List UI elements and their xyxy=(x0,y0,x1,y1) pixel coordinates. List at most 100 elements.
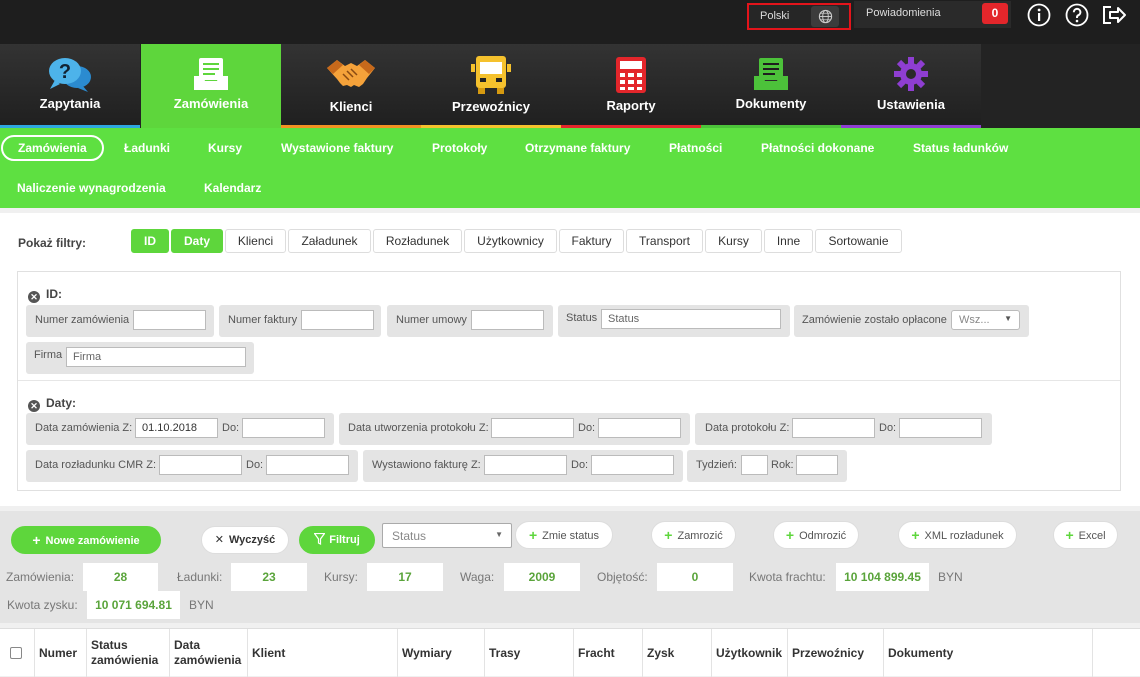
document-tray-icon xyxy=(751,56,791,95)
invoice-issued-to-input[interactable] xyxy=(591,455,674,475)
subnav-item-wystawione-faktury[interactable]: Wystawione faktury xyxy=(281,141,393,155)
language-selector[interactable]: Polski xyxy=(747,3,851,30)
close-icon: ✕ xyxy=(214,534,224,546)
subnav-item-status-ladunkow[interactable]: Status ładunków xyxy=(913,141,1008,155)
orders-count-value: 28 xyxy=(83,563,158,591)
change-status-button[interactable]: + Zmie status xyxy=(515,521,613,549)
clear-button[interactable]: ✕ Wyczyść xyxy=(201,526,289,554)
filter-toggle-klienci[interactable]: Klienci xyxy=(225,229,286,253)
invoice-number-label: Numer faktury xyxy=(228,314,298,326)
protocol-created-to-label: Do: xyxy=(578,422,596,434)
subnav-item-kursy[interactable]: Kursy xyxy=(208,141,242,155)
status-label: Status xyxy=(566,312,598,324)
column-header[interactable]: Dokumenty xyxy=(884,629,1093,677)
filter-toggle-inne[interactable]: Inne xyxy=(764,229,813,253)
status-select[interactable]: Status ▼ xyxy=(382,523,512,548)
cmr-date-to-input[interactable] xyxy=(266,455,349,475)
filter-toggle-kursy[interactable]: Kursy xyxy=(705,229,762,253)
info-icon[interactable] xyxy=(1026,2,1052,28)
column-header[interactable]: Numer xyxy=(35,629,87,677)
new-order-button[interactable]: + Nowe zamówienie xyxy=(11,526,161,554)
status-filter: Status xyxy=(558,305,790,337)
nav-tab-dokumenty[interactable]: Dokumenty xyxy=(701,44,841,128)
protocol-date-to-input[interactable] xyxy=(899,418,982,438)
status-input[interactable] xyxy=(601,309,781,329)
freeze-button[interactable]: + Zamrozić xyxy=(651,521,736,549)
protocol-created-from-input[interactable] xyxy=(491,418,574,438)
profit-amount-value: 10 071 694.81 xyxy=(87,591,180,619)
contract-number-input[interactable] xyxy=(471,310,544,330)
filter-toggle-faktury[interactable]: Faktury xyxy=(559,229,624,253)
column-header[interactable]: Fracht xyxy=(574,629,643,677)
filter-toggle-transport[interactable]: Transport xyxy=(626,229,703,253)
cmr-date-from-input[interactable] xyxy=(159,455,242,475)
column-header[interactable]: Klient xyxy=(248,629,398,677)
order-date-from-input[interactable] xyxy=(135,418,218,438)
filter-box: ✕ ID: Numer zamówienia Numer faktury Nume… xyxy=(17,271,1121,491)
order-date-filter: Data zamówienia Z: Do: xyxy=(26,413,334,445)
invoice-number-input[interactable] xyxy=(301,310,374,330)
protocol-date-to-label: Do: xyxy=(879,422,897,434)
excel-button[interactable]: + Excel xyxy=(1053,521,1118,549)
column-header[interactable]: Zysk xyxy=(643,629,712,677)
nav-tab-klienci[interactable]: Klienci xyxy=(281,44,421,128)
filter-toggle-id[interactable]: ID xyxy=(131,229,169,253)
nav-tab-zamowienia[interactable]: Zamówienia xyxy=(141,44,281,128)
order-number-input[interactable] xyxy=(133,310,206,330)
status-select-value: Status xyxy=(392,529,427,543)
filter-toggle-zaladunek[interactable]: Załadunek xyxy=(288,229,371,253)
loads-count-label: Ładunki: xyxy=(177,570,223,584)
subnav-item-zamowienia[interactable]: Zamówienia xyxy=(1,135,104,161)
column-header[interactable]: Status zamówienia xyxy=(87,629,170,677)
filter-toggle-sortowanie[interactable]: Sortowanie xyxy=(815,229,902,253)
column-header[interactable]: Data zamówienia xyxy=(170,629,248,677)
globe-icon[interactable] xyxy=(811,6,839,27)
company-filter: Firma xyxy=(26,342,254,374)
protocol-date-from-input[interactable] xyxy=(792,418,875,438)
subnav-item-ladunki[interactable]: Ładunki xyxy=(124,141,170,155)
notifications[interactable]: Powiadomienia 0 xyxy=(854,1,1011,28)
subnav-item-platnosci[interactable]: Płatności xyxy=(669,141,722,155)
invoice-issued-from-label: Wystawiono fakturę Z: xyxy=(372,459,481,471)
xml-unloading-button[interactable]: + XML rozładunek xyxy=(898,521,1017,549)
filter-button[interactable]: Filtruj xyxy=(299,526,375,554)
invoice-issued-from-input[interactable] xyxy=(484,455,567,475)
paid-select[interactable]: Wsz... ▼ xyxy=(951,310,1020,330)
column-header[interactable]: Użytkownik xyxy=(712,629,788,677)
nav-tab-przewoznicy[interactable]: Przewoźnicy xyxy=(421,44,561,128)
filter-toggle-uzytkownicy[interactable]: Użytkownicy xyxy=(464,229,557,253)
subnav-item-otrzymane-faktury[interactable]: Otrzymane faktury xyxy=(525,141,630,155)
order-date-to-input[interactable] xyxy=(242,418,325,438)
help-icon[interactable] xyxy=(1064,2,1090,28)
column-header[interactable]: Przewoźnicy xyxy=(788,629,884,677)
contract-number-label: Numer umowy xyxy=(396,314,467,326)
subnav-item-naliczenie-wynagrodzenia[interactable]: Naliczenie wynagrodzenia xyxy=(17,181,166,195)
nav-tab-zapytania[interactable]: ? Zapytania xyxy=(0,44,140,128)
filter-toggle-daty[interactable]: Daty xyxy=(171,229,223,253)
freight-amount-value: 10 104 899.45 xyxy=(836,563,929,591)
subnav-item-protokoly[interactable]: Protokoły xyxy=(432,141,487,155)
filter-toggle-rozladunek[interactable]: Rozładunek xyxy=(373,229,462,253)
company-label: Firma xyxy=(34,349,63,361)
column-header[interactable]: Wymiary xyxy=(398,629,485,677)
year-input[interactable] xyxy=(796,455,838,475)
handshake-icon xyxy=(325,54,377,97)
company-input[interactable] xyxy=(66,347,246,367)
subnav-item-platnosci-dokonane[interactable]: Płatności dokonane xyxy=(761,141,874,155)
nav-tab-raporty[interactable]: Raporty xyxy=(561,44,701,128)
close-icon[interactable]: ✕ xyxy=(28,400,40,412)
close-icon[interactable]: ✕ xyxy=(28,291,40,303)
nav-tab-ustawienia[interactable]: Ustawienia xyxy=(841,44,981,128)
protocol-date-from-label: Data protokołu Z: xyxy=(705,422,790,434)
select-all-checkbox[interactable] xyxy=(10,647,22,659)
column-header[interactable]: Trasy xyxy=(485,629,574,677)
freight-amount-label: Kwota frachtu: xyxy=(749,570,826,584)
subnav-item-kalendarz[interactable]: Kalendarz xyxy=(204,181,261,195)
nav-tab-label: Raporty xyxy=(606,98,656,113)
notifications-count-badge[interactable]: 0 xyxy=(982,3,1008,24)
filter-panel: Pokaż filtry: ID Daty Klienci Załadunek … xyxy=(0,213,1140,506)
logout-icon[interactable] xyxy=(1101,2,1127,28)
week-input[interactable] xyxy=(741,455,768,475)
protocol-created-to-input[interactable] xyxy=(598,418,681,438)
unfreeze-button[interactable]: + Odmrozić xyxy=(773,521,859,549)
